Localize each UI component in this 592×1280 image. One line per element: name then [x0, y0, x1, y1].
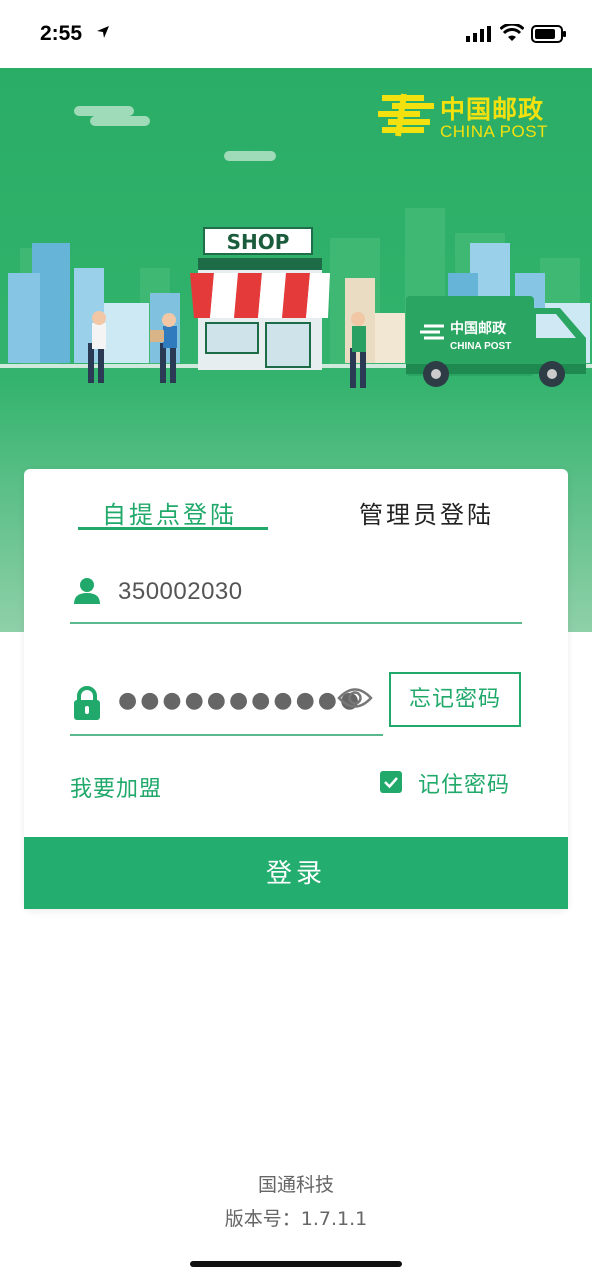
- checkbox-checked[interactable]: [380, 771, 402, 793]
- china-post-logo: 中国邮政 CHINA POST: [378, 86, 568, 146]
- lock-icon: [74, 686, 100, 720]
- location-arrow-icon: [97, 26, 109, 38]
- join-link[interactable]: 我要加盟: [70, 771, 162, 803]
- shop-sign: SHOP: [227, 230, 290, 254]
- cellular-signal-icon: [466, 26, 491, 42]
- active-tab-indicator: [78, 527, 268, 530]
- username-value: 350002030: [118, 578, 243, 605]
- password-masked-value: ●●●●●●●●●●●: [118, 688, 363, 713]
- username-field[interactable]: 350002030: [70, 566, 522, 624]
- user-icon: [74, 578, 100, 604]
- footer-version: 版本号：1.7.1.1: [224, 1208, 368, 1230]
- tab-admin-login[interactable]: 管理员登陆: [359, 495, 494, 530]
- home-indicator: [190, 1261, 402, 1267]
- tab-pickup-login[interactable]: 自提点登陆: [102, 495, 237, 530]
- show-password-eye-icon[interactable]: [337, 685, 373, 711]
- login-button[interactable]: 登录: [24, 837, 568, 909]
- checkmark-icon: [384, 777, 398, 789]
- brand-name-en: CHINA POST: [440, 122, 548, 141]
- truck-brand-en: CHINA POST: [450, 341, 511, 352]
- wifi-icon: [500, 24, 524, 41]
- status-time: 2:55: [40, 22, 83, 45]
- china-post-emblem-icon: [378, 93, 434, 137]
- remember-password-label: 记住密码: [418, 773, 511, 798]
- forgot-password-button[interactable]: 忘记密码: [389, 672, 521, 727]
- brand-name-cn: 中国邮政: [440, 95, 545, 124]
- footer-company: 国通科技: [257, 1174, 334, 1196]
- truck-brand-cn: 中国邮政: [450, 320, 507, 337]
- status-bar: 2:55: [0, 0, 592, 68]
- battery-icon: [531, 25, 566, 43]
